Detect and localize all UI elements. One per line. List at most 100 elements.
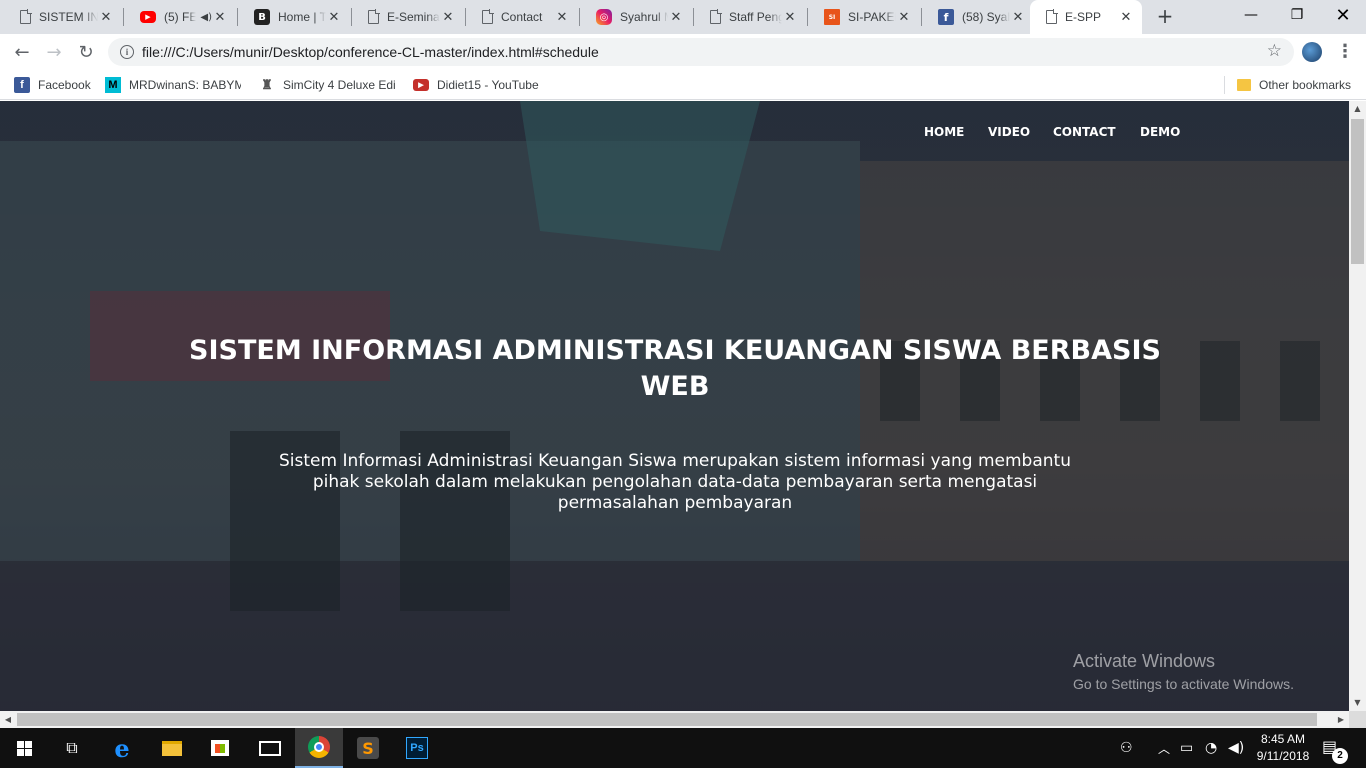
m-icon: M xyxy=(105,77,121,93)
forward-button[interactable]: → xyxy=(40,38,68,66)
store-icon xyxy=(211,740,229,756)
bookmark-facebook[interactable]: f Facebook xyxy=(14,76,91,94)
close-icon[interactable]: ✕ xyxy=(782,9,798,25)
taskbar-file-explorer[interactable] xyxy=(148,728,196,768)
close-icon[interactable]: ✕ xyxy=(1010,9,1026,25)
sipakem-icon: SI xyxy=(824,9,840,25)
scroll-right-icon[interactable]: ▶ xyxy=(1333,711,1349,728)
simcity-icon: ♜ xyxy=(261,77,273,92)
new-tab-button[interactable]: + xyxy=(1154,6,1176,28)
nav-demo[interactable]: DEMO xyxy=(1140,125,1180,139)
tab[interactable]: Staff Peng ✕ xyxy=(694,0,806,34)
horizontal-scrollbar[interactable]: ◀ ▶ xyxy=(0,711,1349,728)
tab[interactable]: SISTEM IN ✕ xyxy=(4,0,122,34)
page-title: SISTEM INFORMASI ADMINISTRASI KEUANGAN S… xyxy=(189,335,1161,402)
nav-contact[interactable]: CONTACT xyxy=(1053,125,1116,139)
back-button[interactable]: ← xyxy=(8,38,36,66)
bookmarks-bar: f Facebook M MRDwinanS: BABYMB ♜ SimCity… xyxy=(0,70,1366,100)
taskbar-store[interactable] xyxy=(196,728,244,768)
task-view-button[interactable]: ⧉ xyxy=(48,728,96,768)
taskbar-clock[interactable]: 8:45 AM 9/11/2018 xyxy=(1250,731,1316,765)
tab-strip: SISTEM IN ✕ ▶ (5) FE ◀) ✕ B Home | Tr ✕ … xyxy=(0,0,1366,34)
vertical-scroll-thumb[interactable] xyxy=(1351,119,1364,264)
bookmark-mrdwinans[interactable]: M MRDwinanS: BABYMB xyxy=(105,76,245,94)
taskbar-photoshop[interactable]: Ps xyxy=(393,728,441,768)
close-window-button[interactable]: ✕ xyxy=(1320,0,1366,30)
taskbar-chrome[interactable] xyxy=(295,728,343,768)
taskbar-mail[interactable] xyxy=(246,728,294,768)
scroll-left-icon[interactable]: ◀ xyxy=(0,711,16,728)
tab[interactable]: E-Semina ✕ xyxy=(352,0,464,34)
tab-label: E-SPP xyxy=(1065,10,1102,24)
taskbar-edge[interactable]: e xyxy=(98,728,146,768)
watermark-title: Activate Windows xyxy=(1073,651,1216,671)
taskbar-sublime[interactable]: S xyxy=(344,728,392,768)
bookmark-youtube[interactable]: ▶ Didiet15 - YouTube xyxy=(413,76,539,94)
close-icon[interactable]: ✕ xyxy=(212,9,228,25)
restore-button[interactable]: ❐ xyxy=(1274,0,1320,30)
folder-icon xyxy=(1237,79,1251,91)
facebook-icon: f xyxy=(14,77,30,93)
scroll-down-icon[interactable]: ▼ xyxy=(1349,695,1366,711)
other-bookmarks[interactable]: Other bookmarks xyxy=(1237,76,1351,94)
bootstrap-icon: B xyxy=(254,9,270,25)
hero-background-image xyxy=(0,101,1349,711)
speaker-icon[interactable]: ◀) xyxy=(200,12,212,23)
tab[interactable]: f (58) Syah ✕ xyxy=(922,0,1034,34)
scrollbar-corner xyxy=(1349,711,1366,728)
close-icon[interactable]: ✕ xyxy=(1118,9,1134,25)
wifi-icon[interactable]: ◔ xyxy=(1205,728,1217,768)
horizontal-scroll-thumb[interactable] xyxy=(17,713,1317,726)
star-icon[interactable]: ☆ xyxy=(1267,41,1282,61)
tab[interactable]: ◎ Syahrul M ✕ xyxy=(580,0,692,34)
start-button[interactable] xyxy=(0,728,48,768)
profile-avatar[interactable] xyxy=(1302,42,1322,62)
close-icon[interactable]: ✕ xyxy=(668,9,684,25)
nav-video[interactable]: VIDEO xyxy=(988,125,1030,139)
tab[interactable]: SI SI-PAKEM ✕ xyxy=(808,0,920,34)
info-icon[interactable]: i xyxy=(120,45,134,59)
tab-active[interactable]: E-SPP ✕ xyxy=(1030,0,1142,34)
people-icon[interactable]: ⚇ xyxy=(1120,728,1133,768)
tab-label: SI-PAKEM xyxy=(848,10,896,24)
minimize-button[interactable]: — xyxy=(1228,0,1274,30)
youtube-icon: ▶ xyxy=(140,11,156,23)
chrome-icon xyxy=(308,736,330,758)
bookmark-simcity[interactable]: ♜ SimCity 4 Deluxe Editi xyxy=(259,76,399,94)
clock-date: 9/11/2018 xyxy=(1256,749,1310,763)
watermark-subtitle: Go to Settings to activate Windows. xyxy=(1073,676,1294,692)
close-icon[interactable]: ✕ xyxy=(896,9,912,25)
url-text[interactable]: file:///C:/Users/munir/Desktop/conferenc… xyxy=(142,44,599,60)
activate-windows-watermark: Activate Windows Go to Settings to activ… xyxy=(1073,651,1294,692)
scroll-up-icon[interactable]: ▲ xyxy=(1349,101,1366,117)
vertical-scrollbar[interactable]: ▲ ▼ xyxy=(1349,101,1366,711)
page-icon xyxy=(368,9,380,24)
close-icon[interactable]: ✕ xyxy=(554,9,570,25)
tab[interactable]: B Home | Tr ✕ xyxy=(238,0,350,34)
address-bar[interactable]: i file:///C:/Users/munir/Desktop/confere… xyxy=(108,38,1294,66)
windows-icon xyxy=(16,740,32,756)
battery-icon[interactable]: ▭ xyxy=(1180,728,1193,768)
close-icon[interactable]: ✕ xyxy=(98,9,114,25)
tab[interactable]: Contact ✕ xyxy=(466,0,578,34)
page-icon xyxy=(482,9,494,24)
page-icon xyxy=(710,9,722,24)
nav-home[interactable]: HOME xyxy=(924,125,964,139)
bookmark-label: MRDwinanS: BABYMB xyxy=(129,78,241,92)
page-description: Sistem Informasi Administrasi Keuangan S… xyxy=(279,451,1071,513)
close-icon[interactable]: ✕ xyxy=(326,9,342,25)
file-explorer-icon xyxy=(162,740,182,756)
tab-label: SISTEM IN xyxy=(39,10,98,24)
reload-button[interactable]: ↻ xyxy=(72,38,100,66)
chevron-up-icon[interactable]: ︿ xyxy=(1158,728,1170,768)
clock-time: 8:45 AM xyxy=(1260,732,1306,746)
tab-label: (5) FE xyxy=(164,10,197,24)
volume-icon[interactable]: ◀) xyxy=(1228,728,1244,768)
close-icon[interactable]: ✕ xyxy=(440,9,456,25)
tab[interactable]: ▶ (5) FE ◀) ✕ xyxy=(124,0,236,34)
tab-label: Home | Tr xyxy=(278,10,326,24)
menu-icon[interactable]: ⋮ xyxy=(1336,40,1354,64)
tab-label: (58) Syah xyxy=(962,10,1010,24)
task-view-icon: ⧉ xyxy=(66,738,78,757)
edge-icon: e xyxy=(114,733,130,763)
